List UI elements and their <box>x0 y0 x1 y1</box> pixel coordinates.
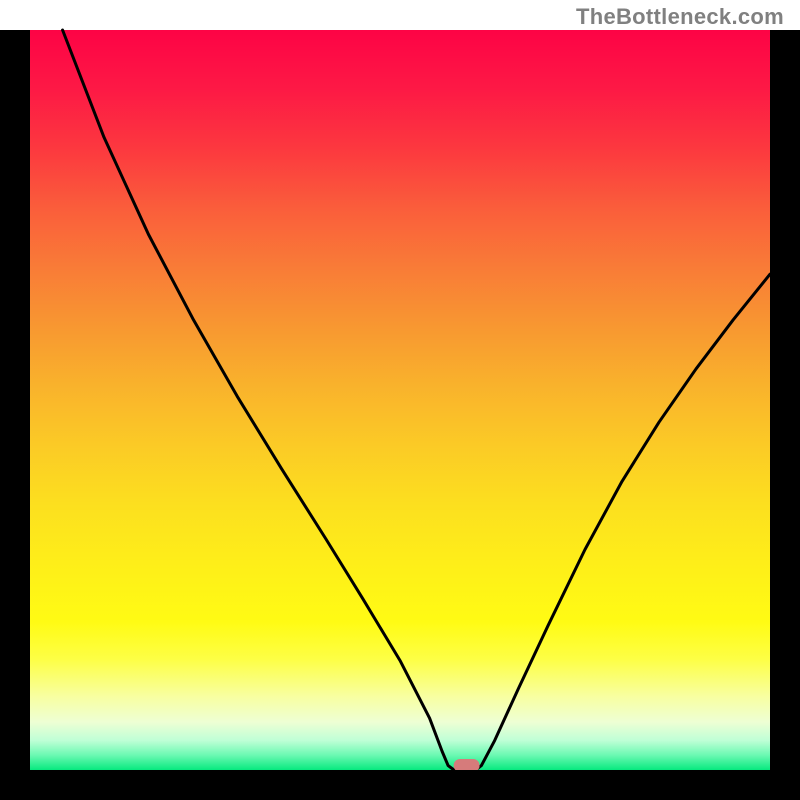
watermark-text: TheBottleneck.com <box>576 4 784 30</box>
bottleneck-chart: TheBottleneck.com <box>0 0 800 800</box>
chart-svg <box>0 0 800 800</box>
